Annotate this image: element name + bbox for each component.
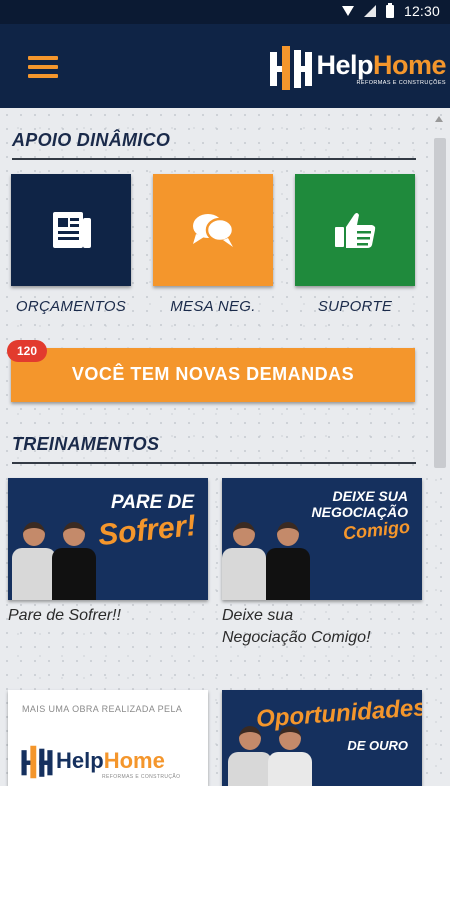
card-person-photo bbox=[268, 726, 312, 786]
card-brand-home: Home bbox=[103, 748, 165, 773]
section-title-apoio: APOIO DINÂMICO bbox=[12, 130, 171, 150]
brand-help-text: Help bbox=[316, 49, 373, 80]
tile-label-mesa-neg: MESA NEG. bbox=[170, 298, 256, 315]
thumbs-up-icon bbox=[335, 213, 376, 248]
brand-home-text: Home bbox=[372, 49, 447, 80]
section-divider bbox=[12, 462, 416, 464]
training-card-negociacao[interactable]: DEIXE SUA NEGOCIAÇÃO Comigo bbox=[222, 478, 422, 600]
cell-signal-icon bbox=[363, 5, 376, 17]
card-caption: Pare de Sofrer!! bbox=[8, 607, 121, 624]
card-brand-help: Help bbox=[56, 748, 104, 773]
section-divider bbox=[12, 158, 416, 160]
card-brand-tagline: REFORMAS E CONSTRUÇÃO bbox=[102, 774, 181, 780]
card-person-photo bbox=[222, 522, 266, 600]
tile-suporte[interactable] bbox=[295, 174, 415, 286]
status-bar: 12:30 bbox=[0, 0, 450, 24]
demands-count-badge: 120 bbox=[7, 340, 47, 362]
app-header: HelpHome REFORMAS E CONSTRUÇÕES bbox=[0, 24, 450, 108]
helphome-logo-mark-icon bbox=[21, 745, 53, 779]
helphome-logo-mark-icon bbox=[270, 46, 313, 90]
training-card-oportunidades[interactable]: Oportunidades DE OURO bbox=[222, 690, 422, 786]
brand-logo: HelpHome REFORMAS E CONSTRUÇÕES bbox=[268, 40, 447, 96]
tile-label-orcamentos: ORÇAMENTOS bbox=[15, 298, 127, 315]
status-time: 12:30 bbox=[403, 3, 440, 19]
scrollbar-thumb[interactable] bbox=[434, 138, 446, 468]
card-caption: Deixe sua Negociação Comigo! bbox=[222, 605, 371, 649]
tile-label-suporte: SUPORTE bbox=[317, 298, 393, 315]
card-art-subtitle: Comigo bbox=[342, 516, 411, 544]
wifi-icon bbox=[341, 6, 354, 16]
section-title-treinamentos: TREINAMENTOS bbox=[12, 434, 160, 454]
tile-mesa-neg[interactable] bbox=[153, 174, 273, 286]
training-card-pare-de-sofrer[interactable]: PARE DE Sofrer! bbox=[8, 478, 208, 600]
card-person-photo bbox=[266, 522, 310, 600]
new-demands-label: VOCÊ TEM NOVAS DEMANDAS bbox=[71, 364, 355, 384]
card-art-top-text: MAIS UMA OBRA REALIZADA PELA bbox=[22, 704, 183, 714]
card-caption-line: Negociação Comigo! bbox=[222, 629, 371, 646]
document-icon bbox=[53, 212, 91, 248]
main-content: APOIO DINÂMICO ORÇAMENTOS MESA NEG. SUPO… bbox=[0, 108, 450, 786]
hamburger-menu-icon[interactable] bbox=[28, 56, 58, 78]
card-caption-line: Deixe sua bbox=[222, 607, 294, 624]
battery-icon bbox=[385, 2, 394, 18]
chat-bubbles-icon bbox=[193, 214, 235, 247]
card-art-subtitle: Sofrer! bbox=[96, 508, 198, 553]
scroll-up-arrow-icon[interactable] bbox=[435, 116, 443, 122]
card-person-photo bbox=[52, 522, 96, 600]
brand-tagline: REFORMAS E CONSTRUÇÕES bbox=[356, 79, 446, 86]
tile-orcamentos[interactable] bbox=[11, 174, 131, 286]
card-art-subtitle: DE OURO bbox=[347, 738, 408, 753]
card-person-photo bbox=[12, 522, 56, 600]
training-card-helphome[interactable]: MAIS UMA OBRA REALIZADA PELA HelpHome RE… bbox=[8, 690, 208, 786]
bottom-blank-area bbox=[0, 786, 450, 900]
card-person-photo bbox=[228, 726, 272, 786]
card-art-title: DEIXE SUA bbox=[332, 488, 408, 504]
new-demands-button[interactable]: VOCÊ TEM NOVAS DEMANDAS bbox=[11, 348, 415, 402]
